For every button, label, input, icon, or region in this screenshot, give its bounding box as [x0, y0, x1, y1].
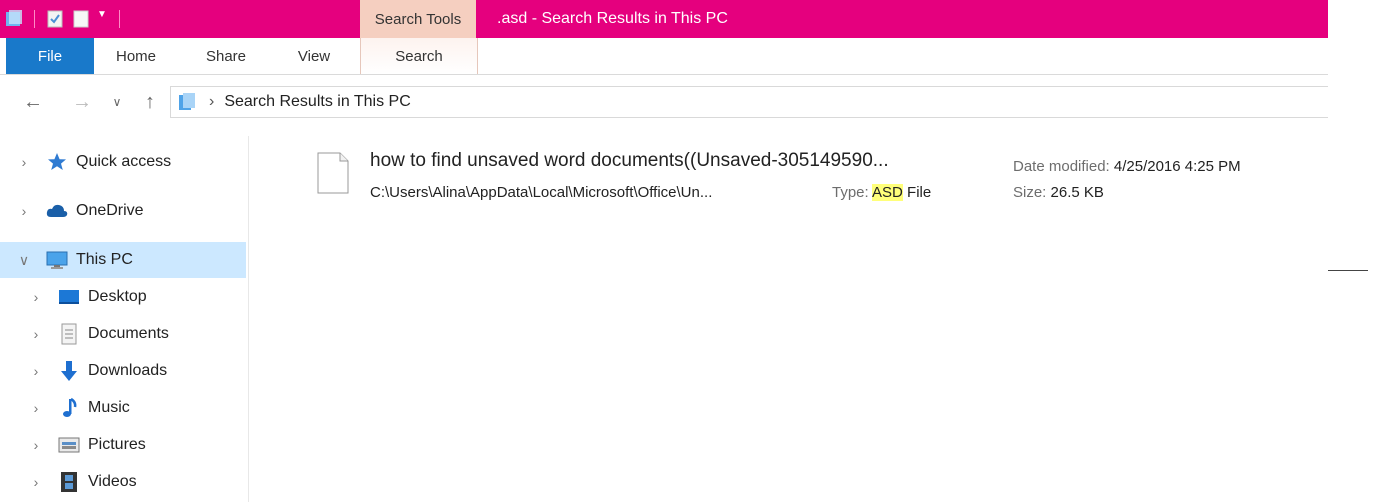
- forward-arrow-icon[interactable]: →: [68, 88, 96, 116]
- nav-label: Music: [88, 399, 130, 416]
- search-tools-context-label: Search Tools: [360, 0, 476, 38]
- address-bar[interactable]: › Search Results in This PC: [170, 86, 1328, 118]
- quick-access-toolbar: ▼: [4, 6, 124, 32]
- nav-item-videos[interactable]: › Videos: [0, 464, 246, 500]
- breadcrumb-location[interactable]: Search Results in This PC: [224, 93, 410, 111]
- nav-label: OneDrive: [76, 202, 144, 219]
- nav-item-documents[interactable]: › Documents: [0, 316, 246, 352]
- expand-chevron-icon[interactable]: ›: [16, 154, 32, 170]
- collapse-chevron-icon[interactable]: ∨: [16, 252, 32, 269]
- search-result-item[interactable]: how to find unsaved word documents((Unsa…: [316, 150, 1316, 210]
- expand-chevron-icon[interactable]: ›: [28, 474, 44, 490]
- breadcrumb-chevron-icon[interactable]: ›: [209, 93, 214, 111]
- nav-item-downloads[interactable]: › Downloads: [0, 353, 246, 389]
- expand-chevron-icon[interactable]: ›: [28, 437, 44, 453]
- expand-chevron-icon[interactable]: ›: [28, 289, 44, 305]
- this-pc-icon: [177, 92, 197, 112]
- star-icon: [46, 151, 68, 173]
- back-arrow-icon[interactable]: ←: [18, 88, 48, 116]
- recent-locations-chevron-icon[interactable]: ∨: [106, 88, 128, 116]
- result-date-modified: Date modified: 4/25/2016 4:25 PM: [1013, 158, 1241, 175]
- tab-home[interactable]: Home: [96, 38, 176, 74]
- tab-view[interactable]: View: [274, 38, 354, 74]
- customize-toolbar-icon[interactable]: ▼: [97, 9, 109, 29]
- date-label: Date modified:: [1013, 158, 1110, 175]
- nav-item-this-pc[interactable]: ∨ This PC: [0, 242, 246, 278]
- type-value: File: [902, 184, 932, 201]
- nav-label: Documents: [88, 325, 169, 342]
- navigation-bar: ← → ∨ ↑ › Search Results in This PC: [0, 82, 1328, 122]
- up-arrow-icon[interactable]: ↑: [136, 88, 164, 116]
- nav-label: This PC: [76, 251, 133, 268]
- pictures-icon: [58, 434, 80, 456]
- window-title: .asd - Search Results in This PC: [497, 10, 728, 27]
- result-file-path: C:\Users\Alina\AppData\Local\Microsoft\O…: [370, 184, 713, 201]
- new-folder-icon[interactable]: [71, 9, 91, 29]
- expand-chevron-icon[interactable]: ›: [16, 203, 32, 219]
- expand-chevron-icon[interactable]: ›: [28, 326, 44, 342]
- divider: [1328, 270, 1368, 271]
- size-value: 26.5 KB: [1050, 184, 1104, 201]
- result-file-name[interactable]: how to find unsaved word documents((Unsa…: [370, 150, 889, 172]
- date-value: 4/25/2016 4:25 PM: [1113, 158, 1241, 175]
- navigation-pane: › Quick access › OneDrive ∨ This PC › De…: [0, 136, 249, 502]
- desktop-icon: [58, 286, 80, 308]
- cloud-icon: [46, 200, 68, 222]
- computer-icon: [46, 249, 68, 271]
- nav-item-quick-access[interactable]: › Quick access: [0, 144, 246, 180]
- size-label: Size:: [1013, 184, 1047, 201]
- nav-label: Downloads: [88, 362, 168, 379]
- nav-item-music[interactable]: › Music: [0, 390, 246, 426]
- nav-label: Desktop: [88, 288, 147, 305]
- type-highlight: ASD: [872, 184, 903, 201]
- title-bar: ▼ Search Tools .asd - Search Results in …: [0, 0, 1328, 38]
- properties-icon[interactable]: [45, 9, 65, 29]
- ribbon-tabs: File Home Share View Search: [0, 38, 1328, 75]
- documents-icon: [58, 323, 80, 345]
- tab-file[interactable]: File: [6, 38, 94, 74]
- nav-item-desktop[interactable]: › Desktop: [0, 279, 246, 315]
- type-label: Type:: [832, 184, 869, 201]
- tab-search[interactable]: Search: [360, 38, 478, 74]
- music-note-icon: [58, 397, 80, 419]
- file-icon: [316, 152, 350, 194]
- explorer-app-icon[interactable]: [4, 9, 24, 29]
- download-arrow-icon: [58, 360, 80, 382]
- tab-share[interactable]: Share: [182, 38, 270, 74]
- result-file-type: Type: ASD File: [832, 184, 931, 201]
- result-size: Size: 26.5 KB: [1013, 184, 1104, 201]
- nav-label: Quick access: [76, 153, 172, 170]
- film-icon: [58, 471, 80, 493]
- nav-item-onedrive[interactable]: › OneDrive: [0, 193, 246, 229]
- expand-chevron-icon[interactable]: ›: [28, 400, 44, 416]
- expand-chevron-icon[interactable]: ›: [28, 363, 44, 379]
- nav-label: Pictures: [88, 436, 146, 453]
- nav-item-pictures[interactable]: › Pictures: [0, 427, 246, 463]
- nav-label: Videos: [88, 473, 137, 490]
